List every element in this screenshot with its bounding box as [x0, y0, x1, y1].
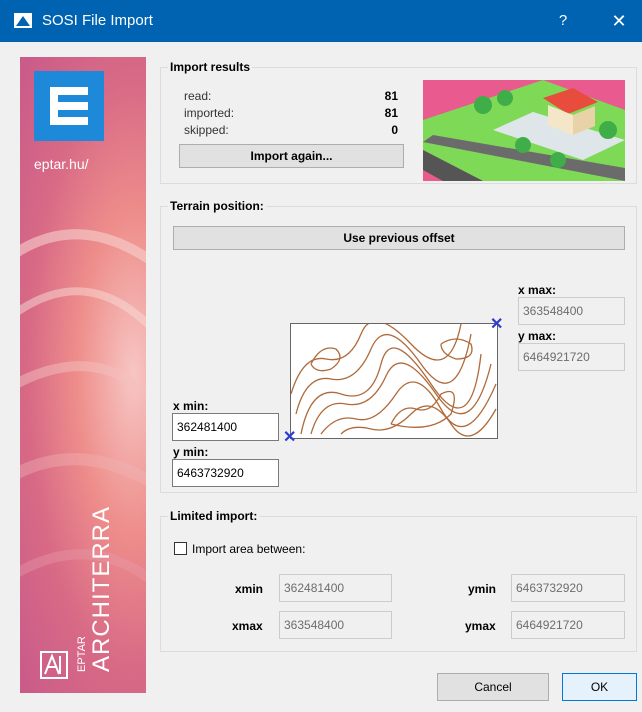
terrain-title: Terrain position:	[168, 199, 266, 213]
city-illustration-icon	[423, 80, 625, 181]
xmax-field[interactable]: 363548400	[518, 297, 625, 325]
limited-ymin-label: ymin	[468, 582, 497, 596]
limited-xmax-field[interactable]: 363548400	[279, 611, 392, 639]
window-title: SOSI File Import	[42, 12, 153, 29]
ymax-label: y max:	[518, 329, 557, 343]
imported-label: imported:	[184, 106, 235, 120]
close-button[interactable]: ✕	[604, 9, 634, 33]
limited-ymax-label: ymax	[465, 619, 496, 633]
min-corner-marker-icon: ✕	[283, 429, 297, 446]
cancel-button[interactable]: Cancel	[437, 673, 549, 701]
limited-import-title: Limited import:	[168, 509, 260, 523]
import-results-title: Import results	[168, 60, 253, 74]
eptar-logo-icon	[50, 87, 88, 125]
max-corner-marker-icon: ✕	[490, 316, 504, 333]
ymin-field[interactable]: 6463732920	[172, 459, 279, 487]
app-logo-icon	[14, 13, 32, 28]
eptar-logo	[34, 71, 104, 141]
imported-value: 81	[384, 106, 398, 120]
ymin-label: y min:	[173, 445, 209, 459]
preview-illustration	[423, 80, 625, 181]
help-button[interactable]: ?	[548, 9, 578, 33]
skipped-label: skipped:	[184, 123, 229, 137]
banner-site-label: eptar.hu/	[34, 156, 89, 172]
import-area-label: Import area between:	[192, 542, 306, 556]
contour-map-icon	[290, 320, 497, 437]
title-bar: SOSI File Import ? ✕	[0, 0, 642, 42]
import-again-button[interactable]: Import again...	[179, 144, 404, 168]
read-value: 81	[384, 89, 398, 103]
limited-xmin-label: xmin	[235, 582, 264, 596]
use-previous-offset-button[interactable]: Use previous offset	[173, 226, 625, 250]
limited-xmax-label: xmax	[232, 619, 263, 633]
brand-architerra: ARCHITERRA	[88, 505, 115, 672]
xmin-field[interactable]: 362481400	[172, 413, 279, 441]
side-banner: eptar.hu/ EPTAR ARCHITERRA	[20, 57, 146, 693]
limited-ymax-field[interactable]: 6464921720	[511, 611, 625, 639]
brand-eptar: EPTAR	[76, 636, 88, 672]
read-label: read:	[184, 89, 212, 103]
ok-button[interactable]: OK	[562, 673, 637, 701]
xmin-label: x min:	[173, 399, 209, 413]
ymax-field[interactable]: 6464921720	[518, 343, 625, 371]
xmax-label: x max:	[518, 283, 557, 297]
skipped-value: 0	[391, 123, 398, 137]
import-area-checkbox[interactable]	[174, 542, 187, 555]
banner-brand: EPTAR ARCHITERRA	[76, 506, 116, 672]
terrain-map	[290, 320, 498, 439]
limited-xmin-field[interactable]: 362481400	[279, 574, 392, 602]
at-logo-icon	[40, 651, 68, 679]
limited-ymin-field[interactable]: 6463732920	[511, 574, 625, 602]
